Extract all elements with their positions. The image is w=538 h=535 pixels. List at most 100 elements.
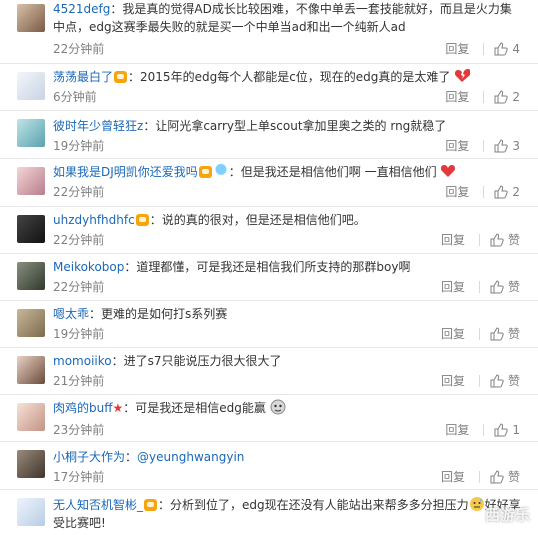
comment-username[interactable]: momoiiko [53, 354, 112, 368]
reply-button[interactable]: 回复 [445, 88, 469, 105]
like-count[interactable]: 2 [512, 90, 520, 104]
comment-item: 无人知否机智彬_ ：分析到位了，edg现在还没有人能站出来帮多多分担压力 好好享受比… [0, 490, 538, 535]
like-button-label[interactable]: 赞 [508, 278, 520, 295]
avatar[interactable] [17, 309, 45, 337]
star-icon: ★ [112, 401, 124, 415]
comment-username[interactable]: 荡荡最白了 [53, 70, 113, 84]
comment-username[interactable]: 肉鸡的buff [53, 401, 113, 415]
comment-item: 荡荡最白了 ：2015年的edg每个人都能是c位，现在的edg真的是太难了 6分钟… [0, 64, 538, 111]
comment-actions: 回复 2 [445, 88, 520, 105]
avatar[interactable] [17, 450, 45, 478]
reply-button[interactable]: 回复 [441, 278, 465, 295]
sweat-face-icon [469, 497, 484, 511]
comment-time: 19分钟前 [53, 327, 105, 341]
comment-time: 22分钟前 [53, 280, 105, 294]
divider [478, 374, 480, 387]
comment-item: Meikokobop：道理都懂，可是我还是相信我们所支持的那群boy啊 22分钟… [0, 254, 538, 301]
comment-username[interactable]: Meikokobop [53, 260, 124, 274]
comment-username[interactable]: 无人知否机智彬_ [53, 498, 143, 512]
thumbs-up-icon[interactable] [494, 184, 509, 199]
comment-text: 我是真的觉得AD成长比较困难，不像中单丢一套技能就好，而且是火力集中点，edg这… [53, 2, 512, 34]
comment-item: uhzdyhfhdhfc ：说的真的很对，但是还是相信他们吧。 22分钟前 回复 … [0, 207, 538, 254]
avatar[interactable] [17, 72, 45, 100]
avatar[interactable] [17, 215, 45, 243]
comment-actions: 回复 赞 [441, 278, 520, 295]
divider [478, 233, 480, 246]
comment-actions: 回复 赞 [441, 231, 520, 248]
divider [478, 327, 480, 340]
comment-time: 19分钟前 [53, 139, 105, 153]
comment-text: 但是我还是相信他们啊 一直相信他们 [240, 165, 437, 179]
thumbs-up-icon[interactable] [490, 326, 504, 341]
comment-time: 22分钟前 [53, 233, 105, 247]
reply-button[interactable]: 回复 [445, 183, 469, 200]
comment-text: 可是我还是相信edg能赢 [135, 401, 266, 415]
comment-time: 22分钟前 [53, 42, 105, 56]
comment-text: 进了s7只能说压力很大很大了 [123, 354, 282, 368]
thumbs-up-icon[interactable] [490, 232, 504, 247]
thumbs-up-icon[interactable] [490, 373, 504, 388]
comment-text: 2015年的edg每个人都能是c位，现在的edg真的是太难了 [140, 70, 451, 84]
thumbs-up-icon[interactable] [494, 138, 509, 153]
comment-text: 更难的是如何打s系列赛 [101, 307, 228, 321]
reply-button[interactable]: 回复 [441, 468, 465, 485]
comment-time: 17分钟前 [53, 470, 105, 484]
avatar[interactable] [17, 167, 45, 195]
reply-button[interactable]: 回复 [441, 325, 465, 342]
comment-item: momoiiko：进了s7只能说压力很大很大了 21分钟前 回复 赞 [0, 348, 538, 395]
thumbs-up-icon[interactable] [494, 41, 509, 56]
comment-username[interactable]: 小桐子大作为 [53, 450, 125, 464]
like-button-label[interactable]: 赞 [508, 325, 520, 342]
like-count[interactable]: 4 [512, 42, 520, 56]
comment-item: 小桐子大作为：@yeunghwangyin 17分钟前 回复 赞 [0, 442, 538, 490]
comment-username[interactable]: 4521defg [53, 2, 110, 16]
reply-button[interactable]: 回复 [441, 231, 465, 248]
member-badge-icon [198, 166, 212, 178]
comment-item: 彼时年少曾轻狂z：让阿光拿carry型上单scout拿加里奥之类的 rng就稳了… [0, 111, 538, 159]
comment-username[interactable]: 如果我是DJ明凯你还爱我吗 [53, 165, 198, 179]
comment-actions: 回复 赞 [441, 325, 520, 342]
watermark: 西游乐 [484, 506, 530, 524]
comment-item: 肉鸡的buff★：可是我还是相信edg能赢 23分钟前 回复 1 [0, 395, 538, 442]
avatar[interactable] [17, 498, 45, 526]
comment-time: 22分钟前 [53, 185, 105, 199]
comment-item: 如果我是DJ明凯你还爱我吗 ：但是我还是相信他们啊 一直相信他们 22分钟前 回复… [0, 159, 538, 207]
avatar[interactable] [17, 262, 45, 290]
mention-link[interactable]: @yeunghwangyin [137, 450, 244, 464]
like-button-label[interactable]: 赞 [508, 231, 520, 248]
comment-username[interactable]: uhzdyhfhdhfc [53, 213, 135, 227]
like-count[interactable]: 3 [512, 139, 520, 153]
comment-username[interactable]: 彼时年少曾轻狂z [53, 119, 143, 133]
thumbs-up-icon[interactable] [494, 89, 509, 104]
comment-actions: 回复 赞 [441, 372, 520, 389]
like-button-label[interactable]: 赞 [508, 468, 520, 485]
comment-item: 嗯太乖：更难的是如何打s系列赛 19分钟前 回复 赞 [0, 301, 538, 348]
divider [483, 185, 485, 198]
member-badge-icon [144, 499, 158, 511]
reply-button[interactable]: 回复 [445, 40, 469, 57]
comment-actions: 回复 3 [445, 137, 520, 154]
comment-actions: 回复 1 [445, 421, 520, 438]
avatar[interactable] [17, 119, 45, 147]
avatar[interactable] [17, 4, 45, 32]
comment-username[interactable]: 嗯太乖 [53, 307, 89, 321]
comment-time: 23分钟前 [53, 423, 105, 437]
like-count[interactable]: 1 [512, 423, 520, 437]
divider [478, 470, 480, 483]
reply-button[interactable]: 回复 [441, 372, 465, 389]
thumbs-up-icon[interactable] [490, 279, 504, 294]
thumbs-up-icon[interactable] [494, 422, 509, 437]
like-button-label[interactable]: 赞 [508, 372, 520, 389]
comment-time: 21分钟前 [53, 374, 105, 388]
reply-button[interactable]: 回复 [445, 137, 469, 154]
divider [483, 42, 485, 55]
comment-item: 4521defg：我是真的觉得AD成长比较困难，不像中单丢一套技能就好，而且是火… [0, 0, 538, 64]
member-badge-icon [114, 71, 128, 83]
avatar[interactable] [17, 356, 45, 384]
like-count[interactable]: 2 [512, 185, 520, 199]
comment-actions: 回复 4 [445, 40, 520, 57]
thumbs-up-icon[interactable] [490, 469, 504, 484]
reply-button[interactable]: 回复 [445, 421, 469, 438]
comment-text: 让阿光拿carry型上单scout拿加里奥之类的 rng就稳了 [155, 119, 447, 133]
avatar[interactable] [17, 403, 45, 431]
